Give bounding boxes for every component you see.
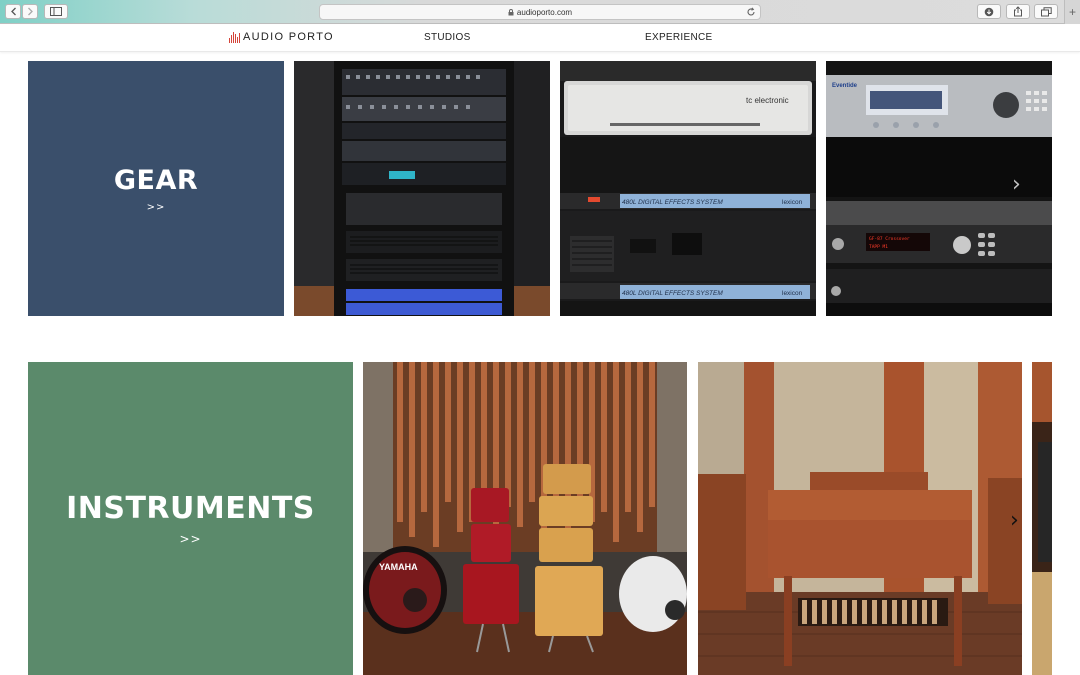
gear-photo-lexicon[interactable]: tc electronic 480L DIGITAL EFFECTS SYSTE… bbox=[560, 61, 816, 316]
instruments-photo-organ[interactable] bbox=[698, 362, 1022, 675]
lock-icon bbox=[508, 8, 514, 15]
downloads-button[interactable] bbox=[977, 4, 1001, 19]
instruments-title: INSTRUMENTS bbox=[66, 491, 315, 526]
organ-image bbox=[698, 362, 1022, 675]
rack-image bbox=[294, 61, 550, 316]
sidebar-button[interactable] bbox=[44, 4, 68, 19]
site-header: AUDIO PORTO STUDIOS EXPERIENCE bbox=[0, 25, 1080, 52]
eventide-brand-text: Eventide bbox=[832, 83, 858, 89]
download-icon bbox=[984, 7, 994, 16]
display-line-1: GF-87 Crossover bbox=[869, 236, 910, 242]
partial-image bbox=[1032, 362, 1052, 675]
gear-carousel-next[interactable]: › bbox=[1012, 172, 1021, 197]
instruments-carousel-next[interactable]: › bbox=[1010, 508, 1019, 533]
drum-brand-text: YAMAHA bbox=[379, 562, 418, 572]
gear-more-arrows: >> bbox=[146, 201, 166, 213]
forward-button[interactable] bbox=[22, 4, 38, 19]
instruments-more-arrows: >> bbox=[179, 532, 202, 546]
drums-image: YAMAHA bbox=[363, 362, 687, 675]
logo-text: AUDIO PORTO bbox=[243, 31, 334, 43]
logo-bars-icon bbox=[229, 31, 240, 43]
share-button[interactable] bbox=[1006, 4, 1030, 19]
chevron-left-icon bbox=[10, 7, 16, 16]
instruments-photo-partial[interactable] bbox=[1032, 362, 1052, 675]
tc-brand-text: tc electronic bbox=[746, 96, 789, 105]
sidebar-icon bbox=[50, 7, 62, 16]
gear-tile[interactable]: GEAR >> bbox=[28, 61, 284, 316]
instruments-tile[interactable]: INSTRUMENTS >> bbox=[28, 362, 353, 675]
share-icon bbox=[1014, 6, 1022, 17]
lexicon-model-text-1: 480L DIGITAL EFFECTS SYSTEM bbox=[622, 199, 723, 206]
lexicon-model-text-2: 480L DIGITAL EFFECTS SYSTEM bbox=[622, 290, 723, 297]
browser-toolbar: audioporto.com + bbox=[0, 0, 1080, 24]
display-line-2: TAPP M1 bbox=[869, 244, 888, 250]
reload-icon[interactable] bbox=[746, 7, 756, 17]
address-bar[interactable]: audioporto.com bbox=[319, 4, 761, 20]
logo[interactable]: AUDIO PORTO bbox=[229, 31, 334, 43]
instruments-photo-drums[interactable]: YAMAHA bbox=[363, 362, 687, 675]
tabs-icon bbox=[1040, 6, 1052, 16]
nav-link-studios[interactable]: STUDIOS bbox=[424, 32, 471, 43]
url-text: audioporto.com bbox=[516, 7, 573, 17]
gear-title: GEAR bbox=[113, 164, 199, 196]
gear-photo-rack[interactable] bbox=[294, 61, 550, 316]
lexicon-image: tc electronic 480L DIGITAL EFFECTS SYSTE… bbox=[560, 61, 816, 316]
chevron-right-icon bbox=[27, 7, 33, 16]
nav-link-experience[interactable]: EXPERIENCE bbox=[645, 32, 712, 43]
new-tab-button[interactable]: + bbox=[1064, 0, 1080, 24]
lexicon-brand-text-2: lexicon bbox=[782, 290, 803, 297]
back-button[interactable] bbox=[5, 4, 21, 19]
tabs-button[interactable] bbox=[1034, 4, 1058, 19]
plus-icon: + bbox=[1068, 5, 1076, 19]
lexicon-brand-text-1: lexicon bbox=[782, 199, 803, 206]
